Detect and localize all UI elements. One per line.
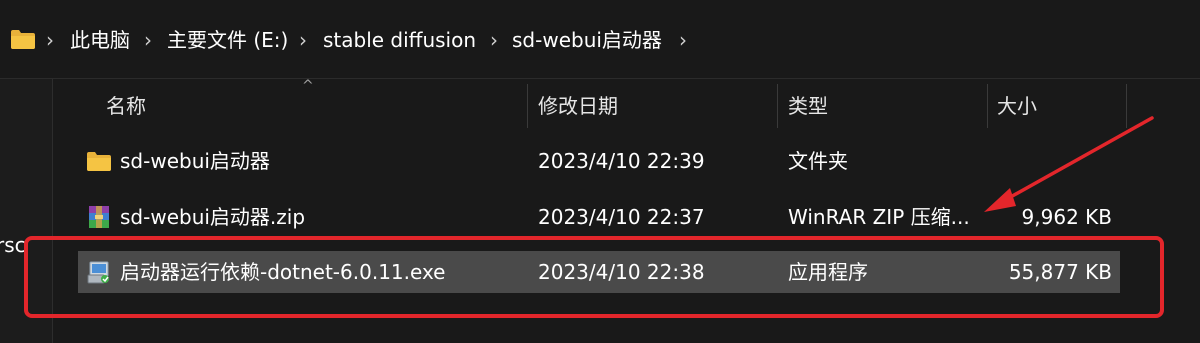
column-divider[interactable]	[987, 84, 988, 128]
breadcrumb-item-drive-e[interactable]: 主要文件 (E:)	[167, 26, 288, 54]
file-date-modified: 2023/4/10 22:37	[538, 205, 705, 229]
column-divider[interactable]	[527, 84, 528, 128]
folder-icon	[87, 152, 111, 171]
file-row-zip[interactable]: sd-webui启动器.zip 2023/4/10 22:37 WinRAR Z…	[78, 196, 1120, 238]
highlight-annotation-box	[24, 236, 1164, 318]
file-size	[978, 140, 1112, 182]
breadcrumb-separator[interactable]: ›	[490, 26, 498, 54]
column-header-date-modified[interactable]: 修改日期	[538, 92, 618, 120]
navigation-pane-item-label[interactable]: rsc	[0, 233, 26, 257]
column-divider[interactable]	[777, 84, 778, 128]
file-name[interactable]: sd-webui启动器.zip	[120, 196, 305, 238]
winrar-archive-icon	[89, 206, 109, 228]
column-header-type[interactable]: 类型	[788, 92, 828, 120]
file-date-modified: 2023/4/10 22:39	[538, 149, 705, 173]
file-row-folder[interactable]: sd-webui启动器 2023/4/10 22:39 文件夹	[78, 140, 1120, 182]
breadcrumb-item-stable-diffusion[interactable]: stable diffusion	[323, 26, 476, 54]
breadcrumb-separator[interactable]: ›	[46, 26, 54, 54]
address-bar[interactable]: › 此电脑 › 主要文件 (E:) › stable diffusion › s…	[0, 0, 1200, 79]
column-header-name[interactable]: 名称	[106, 92, 146, 120]
breadcrumb-separator[interactable]: ›	[679, 26, 687, 54]
file-size: 9,962 KB	[1021, 205, 1112, 229]
breadcrumb-separator[interactable]: ›	[144, 26, 152, 54]
file-type: 文件夹	[788, 149, 848, 173]
file-explorer-window: › 此电脑 › 主要文件 (E:) › stable diffusion › s…	[0, 0, 1200, 343]
column-divider[interactable]	[1126, 84, 1127, 128]
file-type: WinRAR ZIP 压缩...	[788, 205, 970, 229]
column-header-size[interactable]: 大小	[997, 92, 1037, 120]
breadcrumb-separator[interactable]: ›	[299, 26, 307, 54]
breadcrumb-item-sd-webui[interactable]: sd-webui启动器	[512, 26, 662, 54]
sort-ascending-icon: ^	[302, 78, 314, 94]
breadcrumb-item-this-pc[interactable]: 此电脑	[70, 26, 130, 54]
folder-icon	[11, 30, 35, 49]
file-name[interactable]: sd-webui启动器	[120, 140, 270, 182]
